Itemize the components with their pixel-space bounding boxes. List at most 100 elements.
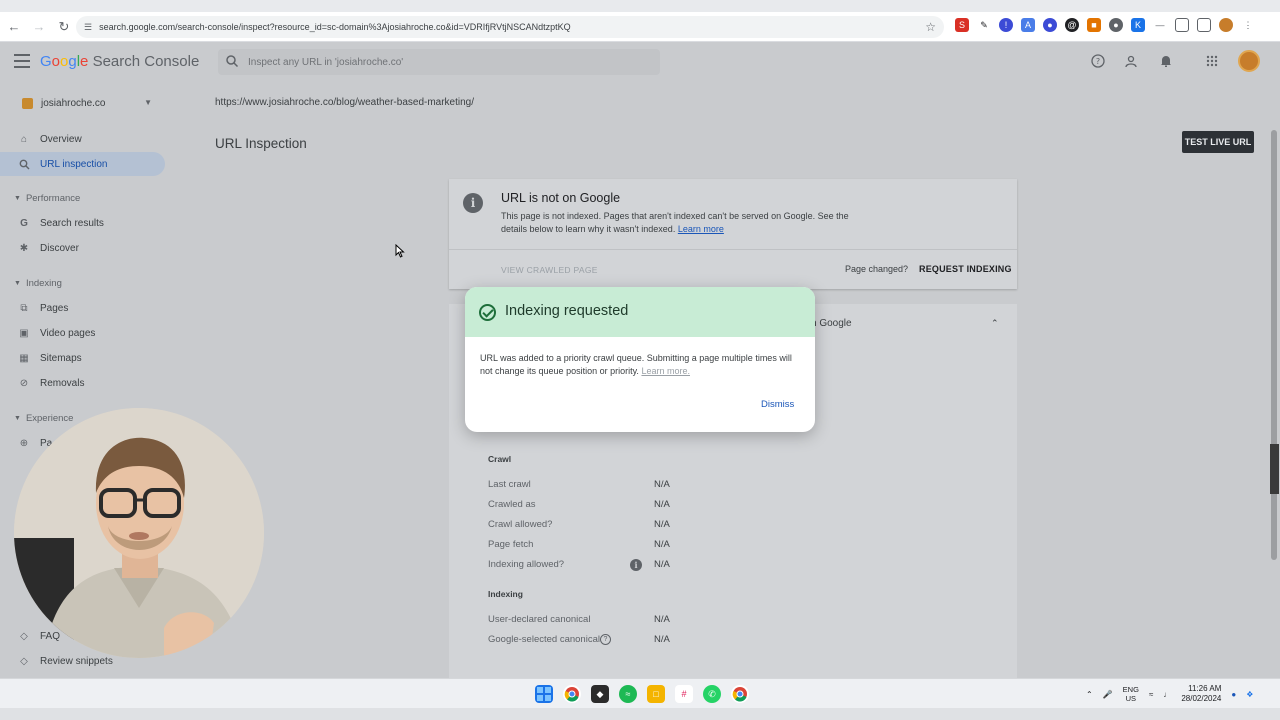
notifications-bell-icon[interactable] <box>1158 53 1174 69</box>
layers-icon: ◇ <box>20 630 28 642</box>
language-bottom: US <box>1125 694 1137 703</box>
windows-start-icon[interactable] <box>535 685 553 703</box>
collapse-arrow-icon: ▼ <box>14 280 21 287</box>
language-indicator[interactable]: ENG US <box>1123 685 1139 703</box>
property-selector[interactable]: josiahroche.co ▼ <box>16 92 156 114</box>
chrome-icon[interactable] <box>563 685 581 703</box>
chrome-profile-icon[interactable] <box>731 685 749 703</box>
whatsapp-icon[interactable]: ✆ <box>703 685 721 703</box>
forward-arrow-icon[interactable]: → <box>28 16 50 38</box>
extension-icon[interactable]: ! <box>999 18 1013 32</box>
dialog-title: Indexing requested <box>505 303 629 319</box>
system-tray: ⌃ 🎤 ENG US ≈ ♩ 11:26 AM 28/02/2024 ● ❖ <box>1086 684 1253 704</box>
logo-product: Search Console <box>92 53 200 70</box>
address-bar[interactable]: ☰ search.google.com/search-console/inspe… <box>76 16 944 38</box>
page-title: URL Inspection <box>215 136 307 151</box>
request-indexing-button[interactable]: REQUEST INDEXING <box>919 264 1012 274</box>
browser-menu-icon[interactable]: ⋮ <box>1241 18 1255 32</box>
extension-icon[interactable]: ● <box>1043 18 1057 32</box>
crawl-section-header: Crawl <box>488 454 512 464</box>
sidebar-item-label: Video pages <box>40 327 96 339</box>
main-menu-icon[interactable] <box>14 54 30 68</box>
sidebar-item-video-pages[interactable]: ▣ Video pages <box>0 321 165 345</box>
browser-tab-strip <box>0 0 1280 12</box>
app-header: Google Search Console Inspect any URL in… <box>0 42 1270 82</box>
detail-row: Google-selected canonical ? N/A <box>488 634 738 648</box>
learn-more-link[interactable]: Learn more. <box>641 366 690 376</box>
check-circle-icon <box>479 304 496 321</box>
site-info-icon[interactable]: ☰ <box>84 22 92 33</box>
divider <box>449 249 1017 250</box>
sidebar-item-label: URL inspection <box>40 158 108 170</box>
help-icon[interactable]: ? <box>1090 53 1106 69</box>
search-console-logo[interactable]: Google Search Console <box>40 53 199 70</box>
extension-icon[interactable]: A <box>1021 18 1035 32</box>
browser-toolbar: ← → ↻ ☰ search.google.com/search-console… <box>0 12 1280 42</box>
side-panel-icon[interactable] <box>1197 18 1211 32</box>
extension-icon[interactable]: @ <box>1065 18 1079 32</box>
help-circle-icon[interactable]: ? <box>600 634 611 645</box>
section-performance[interactable]: ▼ Performance <box>14 193 80 204</box>
sidebar-item-label: Pages <box>40 302 69 314</box>
detail-value: N/A <box>654 479 670 490</box>
reload-icon[interactable]: ↻ <box>53 16 75 38</box>
chevron-up-icon[interactable]: ⌃ <box>991 318 999 329</box>
wifi-icon[interactable]: ≈ <box>1149 690 1153 699</box>
extension-icon[interactable]: S <box>955 18 969 32</box>
profile-avatar[interactable] <box>1219 18 1233 32</box>
extension-icon[interactable]: K <box>1131 18 1145 32</box>
figma-icon[interactable]: ◆ <box>591 685 609 703</box>
back-arrow-icon[interactable]: ← <box>3 16 25 38</box>
apps-grid-icon[interactable] <box>1204 53 1220 69</box>
sidebar-item-sitemaps[interactable]: ▦ Sitemaps <box>0 346 165 370</box>
sidebar-item-url-inspection[interactable]: URL inspection <box>0 152 165 176</box>
bookmark-star-icon[interactable]: ☆ <box>925 20 936 34</box>
chevron-up-icon[interactable]: ⌃ <box>1086 690 1093 699</box>
logo-google: Google <box>40 53 89 70</box>
sidebar-item-search-results[interactable]: G Search results <box>0 211 165 235</box>
sidebar-item-label: Sitemaps <box>40 352 82 364</box>
dialog-body: URL was added to a priority crawl queue.… <box>480 352 795 378</box>
scrollbar-thumb[interactable] <box>1271 130 1277 560</box>
screen-recorder-tab[interactable] <box>1270 444 1279 494</box>
mouse-cursor-icon <box>395 244 405 258</box>
account-avatar[interactable] <box>1238 50 1260 72</box>
test-live-url-button[interactable]: TEST LIVE URL <box>1182 131 1254 153</box>
volume-icon[interactable]: ♩ <box>1163 690 1171 699</box>
google-g-icon: G <box>20 217 28 229</box>
webcam-overlay <box>14 408 264 658</box>
clock[interactable]: 11:26 AM 28/02/2024 <box>1181 684 1221 704</box>
extension-icon[interactable]: ● <box>1109 18 1123 32</box>
inspect-url-search[interactable]: Inspect any URL in 'josiahroche.co' <box>218 49 660 75</box>
status-description: This page is not indexed. Pages that are… <box>501 210 871 236</box>
notification-bell-icon[interactable]: ● <box>1231 690 1236 699</box>
detail-value: N/A <box>654 634 670 645</box>
dismiss-button[interactable]: Dismiss <box>761 399 794 410</box>
sitemap-icon: ▦ <box>19 352 29 364</box>
detail-label: Last crawl <box>488 479 531 490</box>
extensions-puzzle-icon[interactable] <box>1175 18 1189 32</box>
section-indexing[interactable]: ▼ Indexing <box>14 278 62 289</box>
sidebar-item-overview[interactable]: ⌂ Overview <box>0 127 165 151</box>
sidebar-item-discover[interactable]: ✱ Discover <box>0 236 165 260</box>
sidebar-item-label: Discover <box>40 242 79 254</box>
detail-label: Crawled as <box>488 499 536 510</box>
extension-icon[interactable]: — <box>1153 18 1167 32</box>
slack-icon[interactable]: # <box>675 685 693 703</box>
section-experience[interactable]: ▼ Experience <box>14 413 73 424</box>
sidebar-item-pages[interactable]: ⧉ Pages <box>0 296 165 320</box>
user-settings-icon[interactable] <box>1124 53 1140 69</box>
extension-icon[interactable]: ■ <box>1087 18 1101 32</box>
page-changed-label: Page changed? <box>845 264 909 274</box>
view-crawled-page-button[interactable]: VIEW CRAWLED PAGE <box>501 265 598 275</box>
detail-value: N/A <box>654 614 670 625</box>
file-explorer-icon[interactable]: □ <box>647 685 665 703</box>
info-icon[interactable]: i <box>630 559 642 571</box>
microphone-icon[interactable]: 🎤 <box>1103 690 1113 699</box>
spotify-icon[interactable]: ≈ <box>619 685 637 703</box>
sidebar-item-removals[interactable]: ⊘ Removals <box>0 371 165 395</box>
copilot-icon[interactable]: ❖ <box>1246 690 1253 699</box>
pen-extension-icon[interactable]: ✎ <box>977 18 991 32</box>
learn-more-link[interactable]: Learn more <box>678 224 724 234</box>
page-scrollbar[interactable] <box>1270 126 1278 678</box>
